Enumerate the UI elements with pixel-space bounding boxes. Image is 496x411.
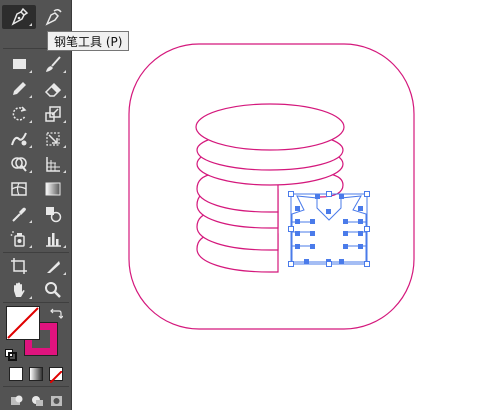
gradient-mode-button[interactable] <box>29 367 43 381</box>
artboard-icon <box>11 258 27 274</box>
none-mode-button[interactable] <box>49 367 63 384</box>
eraser-icon <box>44 82 62 97</box>
tools-panel <box>0 0 72 410</box>
pencil-icon <box>13 82 26 95</box>
warp-tool-button[interactable] <box>2 127 36 151</box>
fill-swatch[interactable] <box>6 306 40 340</box>
hand-tool-button[interactable] <box>2 278 36 302</box>
column-graph-tool-button[interactable] <box>36 227 70 251</box>
paintbrush-icon <box>46 56 61 72</box>
free-transform-tool-button[interactable] <box>36 127 70 151</box>
pen-icon <box>11 7 29 26</box>
scale-icon <box>45 106 61 122</box>
gradient-icon <box>45 182 61 196</box>
eraser-tool-button[interactable] <box>36 77 70 101</box>
shape-builder-tool-button[interactable] <box>2 152 36 176</box>
warp-icon <box>11 132 27 146</box>
database-top-ellipse <box>195 103 345 151</box>
eyedropper-tool-button[interactable] <box>2 202 36 226</box>
column-graph-icon <box>46 233 61 247</box>
rotate-icon <box>12 106 27 121</box>
no-color-icon <box>49 370 63 384</box>
symbol-sprayer-tool-button[interactable] <box>2 227 36 251</box>
blend-tool-button[interactable] <box>36 202 70 226</box>
zoom-tool-button[interactable] <box>36 278 70 302</box>
hand-icon <box>14 282 25 297</box>
slice-icon <box>47 261 60 273</box>
draw-behind-button[interactable] <box>30 392 44 406</box>
scale-tool-button[interactable] <box>36 102 70 126</box>
color-mode-button[interactable] <box>9 367 23 381</box>
symbol-sprayer-icon <box>10 231 25 247</box>
zoom-icon <box>45 282 61 298</box>
database-icon[interactable] <box>195 103 345 273</box>
no-fill-icon <box>7 307 39 339</box>
pen-tool-button[interactable] <box>2 5 36 29</box>
perspective-grid-tool-button[interactable] <box>36 152 70 176</box>
artboard-canvas[interactable] <box>73 0 496 410</box>
artboard-tool-button[interactable] <box>2 254 36 278</box>
rectangle-tool-button[interactable] <box>2 52 36 76</box>
eyedropper-icon <box>12 207 26 222</box>
pencil-tool-button[interactable] <box>2 77 36 101</box>
selected-path[interactable] <box>288 191 370 267</box>
draw-inside-button[interactable] <box>50 392 64 406</box>
paintbrush-tool-button[interactable] <box>36 52 70 76</box>
curvature-tool-button[interactable] <box>36 5 70 29</box>
rectangle-icon <box>13 59 26 69</box>
default-fill-stroke-icon[interactable] <box>5 346 17 361</box>
mesh-icon <box>11 182 27 196</box>
slice-tool-button[interactable] <box>36 254 70 278</box>
shape-builder-icon <box>11 157 27 172</box>
free-transform-icon <box>46 132 60 146</box>
swap-fill-stroke-icon[interactable] <box>49 305 64 319</box>
draw-behind-icon <box>32 396 43 406</box>
curvature-pen-icon <box>45 8 62 26</box>
blend-icon <box>46 207 62 223</box>
draw-normal-button[interactable] <box>10 392 24 405</box>
rotate-tool-button[interactable] <box>2 102 36 126</box>
anchor-points[interactable] <box>295 194 363 264</box>
perspective-grid-icon <box>46 157 60 172</box>
draw-normal-icon <box>11 395 23 405</box>
gradient-tool-button[interactable] <box>36 177 70 201</box>
mesh-tool-button[interactable] <box>2 177 36 201</box>
draw-inside-icon <box>51 396 62 406</box>
